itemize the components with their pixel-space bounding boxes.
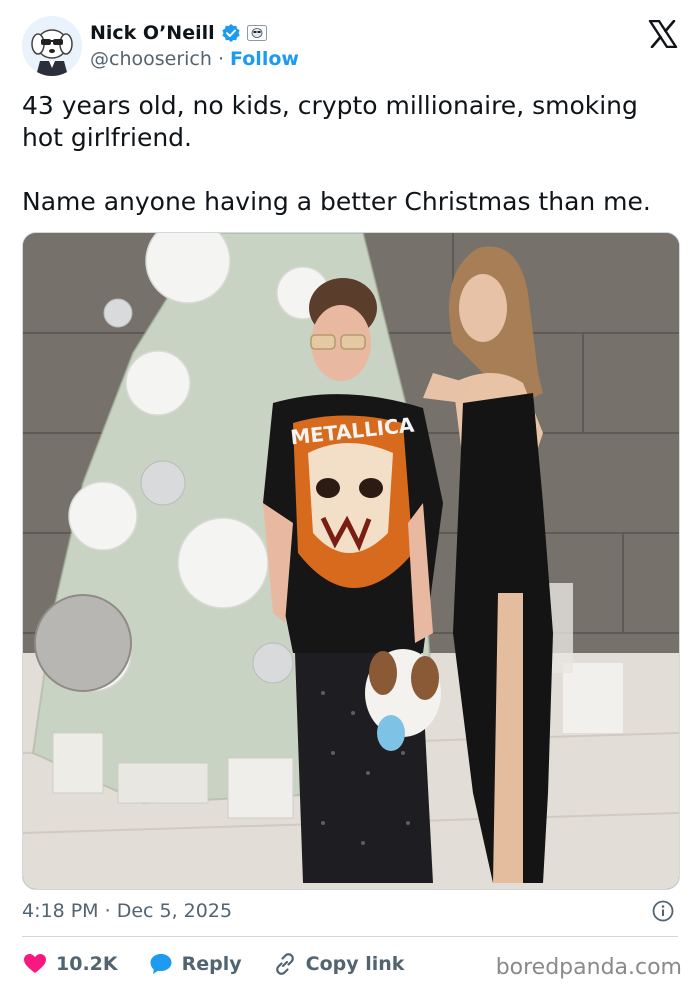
link-icon (275, 953, 294, 975)
tweet-time: 4:18 PM (22, 900, 99, 922)
copy-link-button[interactable]: Copy link (272, 951, 405, 977)
tweet-header: Nick O’Neill @chooserich · Follow (22, 16, 678, 78)
follow-button[interactable]: Follow (230, 48, 299, 70)
affiliate-badge-icon (246, 25, 267, 41)
author-handle[interactable]: @chooserich (90, 48, 212, 70)
divider (22, 936, 678, 937)
tweet-photo[interactable]: METALLICA (22, 232, 680, 890)
x-logo-icon[interactable] (648, 19, 678, 49)
tweet-actions: 10.2K Reply Copy link (22, 948, 434, 980)
reply-button[interactable]: Reply (148, 951, 242, 977)
avatar[interactable] (22, 16, 82, 76)
like-button[interactable]: 10.2K (22, 951, 118, 977)
tweet-text: 43 years old, no kids, crypto millionair… (22, 91, 651, 216)
timestamp-separator: · (104, 900, 111, 922)
handle-separator: · (217, 48, 224, 70)
reply-label: Reply (181, 953, 242, 975)
watermark: boredpanda.com (495, 955, 682, 980)
heart-icon (24, 954, 46, 973)
author-name[interactable]: Nick O’Neill (90, 22, 215, 44)
info-icon[interactable] (652, 900, 674, 922)
tweet-date: Dec 5, 2025 (116, 900, 233, 922)
author-name-row: Nick O’Neill (90, 22, 267, 44)
verified-badge-icon (221, 23, 241, 43)
copy-link-label: Copy link (305, 953, 405, 975)
tweet-timestamp[interactable]: 4:18 PM · Dec 5, 2025 (22, 900, 232, 922)
handle-row: @chooserich · Follow (90, 48, 299, 70)
reply-bubble-icon (150, 954, 172, 974)
like-count: 10.2K (56, 953, 118, 975)
